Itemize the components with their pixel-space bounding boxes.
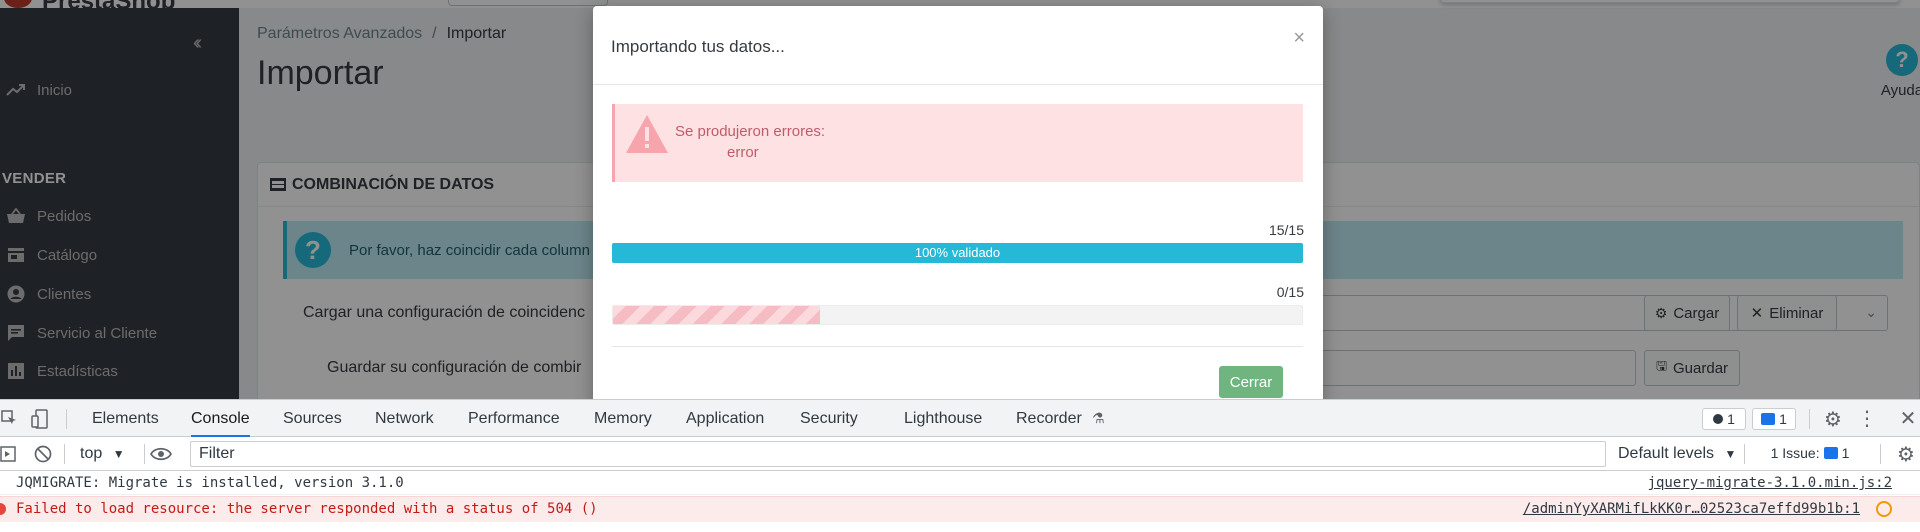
issues-count: 1	[1841, 445, 1850, 461]
log-message: JQMIGRATE: Migrate is installed, version…	[16, 475, 404, 491]
tab-elements[interactable]: Elements	[92, 400, 159, 437]
messages-badge[interactable]: 1	[1752, 408, 1796, 430]
modal-title: Importando tus datos...	[611, 37, 785, 56]
modal-footer-divider	[612, 346, 1303, 347]
inspect-element-icon[interactable]	[0, 409, 18, 427]
dropdown-arrow-icon: ▼	[112, 447, 125, 461]
dropdown-arrow-icon: ▼	[1724, 447, 1737, 461]
import-progress-bar	[612, 305, 1303, 325]
toolbar-separator	[64, 444, 65, 464]
errors-badge[interactable]: 1	[1702, 408, 1746, 430]
tab-performance[interactable]: Performance	[468, 400, 560, 437]
import-modal: Importando tus datos... × Se produjeron …	[593, 6, 1323, 399]
tab-sources[interactable]: Sources	[283, 400, 342, 437]
context-selector[interactable]: top ▼	[80, 437, 125, 471]
sidebar-toggle-icon[interactable]	[0, 445, 16, 463]
devtools-panel: Elements Console Sources Network Performance…	[0, 399, 1920, 532]
issue-message-icon	[1823, 447, 1838, 459]
validated-count: 15/15	[1268, 222, 1304, 238]
log-source-link[interactable]: /adminYyXARMifLkKK0r…02523ca7effd99b1b:1	[1523, 497, 1860, 521]
tab-memory[interactable]: Memory	[594, 400, 652, 437]
settings-gear-icon[interactable]: ⚙	[1823, 409, 1843, 431]
toolbar-separator	[1744, 444, 1745, 464]
log-levels-label: Default levels	[1618, 445, 1715, 462]
tab-lighthouse[interactable]: Lighthouse	[904, 400, 982, 437]
modal-divider	[593, 84, 1323, 85]
tab-application[interactable]: Application	[686, 400, 764, 437]
tab-security[interactable]: Security	[800, 400, 858, 437]
tab-network[interactable]: Network	[375, 400, 434, 437]
errors-count: 1	[1727, 411, 1735, 427]
tab-recorder[interactable]: Recorder	[1016, 400, 1082, 437]
console-settings-icon[interactable]: ⚙	[1896, 444, 1916, 466]
toolbar-separator	[144, 444, 145, 464]
context-label: top	[80, 445, 103, 462]
message-icon	[1761, 413, 1776, 425]
messages-count: 1	[1779, 411, 1787, 427]
error-circle-icon	[0, 503, 6, 515]
tab-console[interactable]: Console	[191, 400, 250, 437]
clear-console-icon[interactable]	[34, 445, 52, 463]
device-toggle-icon[interactable]	[31, 409, 49, 429]
tabbar-separator	[1809, 409, 1810, 429]
error-alert: Se produjeron errores: error	[612, 104, 1303, 182]
more-options-icon[interactable]: ⋮	[1857, 408, 1877, 430]
error-dot-icon	[1713, 414, 1724, 424]
validation-progress-bar: 100% validado	[612, 243, 1303, 263]
import-progress-fill	[613, 306, 820, 324]
experiment-flask-icon: ⚗	[1092, 410, 1105, 426]
issues-button[interactable]: 1 Issue: 1	[1754, 442, 1866, 464]
close-button[interactable]: Cerrar	[1219, 366, 1283, 398]
warning-icon	[624, 113, 670, 160]
prestashop-admin: PrestaShop ‹‹ Inicio VENDER Pedidos Catá…	[0, 0, 1920, 399]
modal-close-icon[interactable]: ×	[1293, 28, 1305, 48]
close-devtools-icon[interactable]: ✕	[1899, 408, 1917, 430]
tabbar-separator	[66, 409, 67, 429]
validation-progress-fill: 100% validado	[612, 243, 1303, 263]
console-error-row: Failed to load resource: the server resp…	[0, 496, 1920, 522]
live-expression-eye-icon[interactable]	[150, 444, 172, 464]
console-toolbar: top ▼ Default levels ▼ 1 Issue: 1 ⚙	[0, 437, 1920, 471]
log-levels-dropdown[interactable]: Default levels ▼	[1618, 437, 1736, 471]
network-request-icon	[1876, 501, 1892, 517]
log-source-link[interactable]: jquery-migrate-3.1.0.min.js:2	[1648, 471, 1892, 495]
log-message: Failed to load resource: the server resp…	[16, 501, 598, 517]
issues-label: 1 Issue:	[1770, 445, 1820, 461]
toolbar-separator	[1880, 444, 1881, 464]
error-title: Se produjeron errores:	[675, 123, 826, 140]
console-log-row: JQMIGRATE: Migrate is installed, version…	[0, 471, 1920, 495]
filter-input[interactable]	[190, 441, 1606, 467]
devtools-tabbar: Elements Console Sources Network Performance…	[0, 400, 1920, 437]
imported-count: 0/15	[1276, 284, 1304, 300]
error-item: error	[727, 144, 759, 161]
